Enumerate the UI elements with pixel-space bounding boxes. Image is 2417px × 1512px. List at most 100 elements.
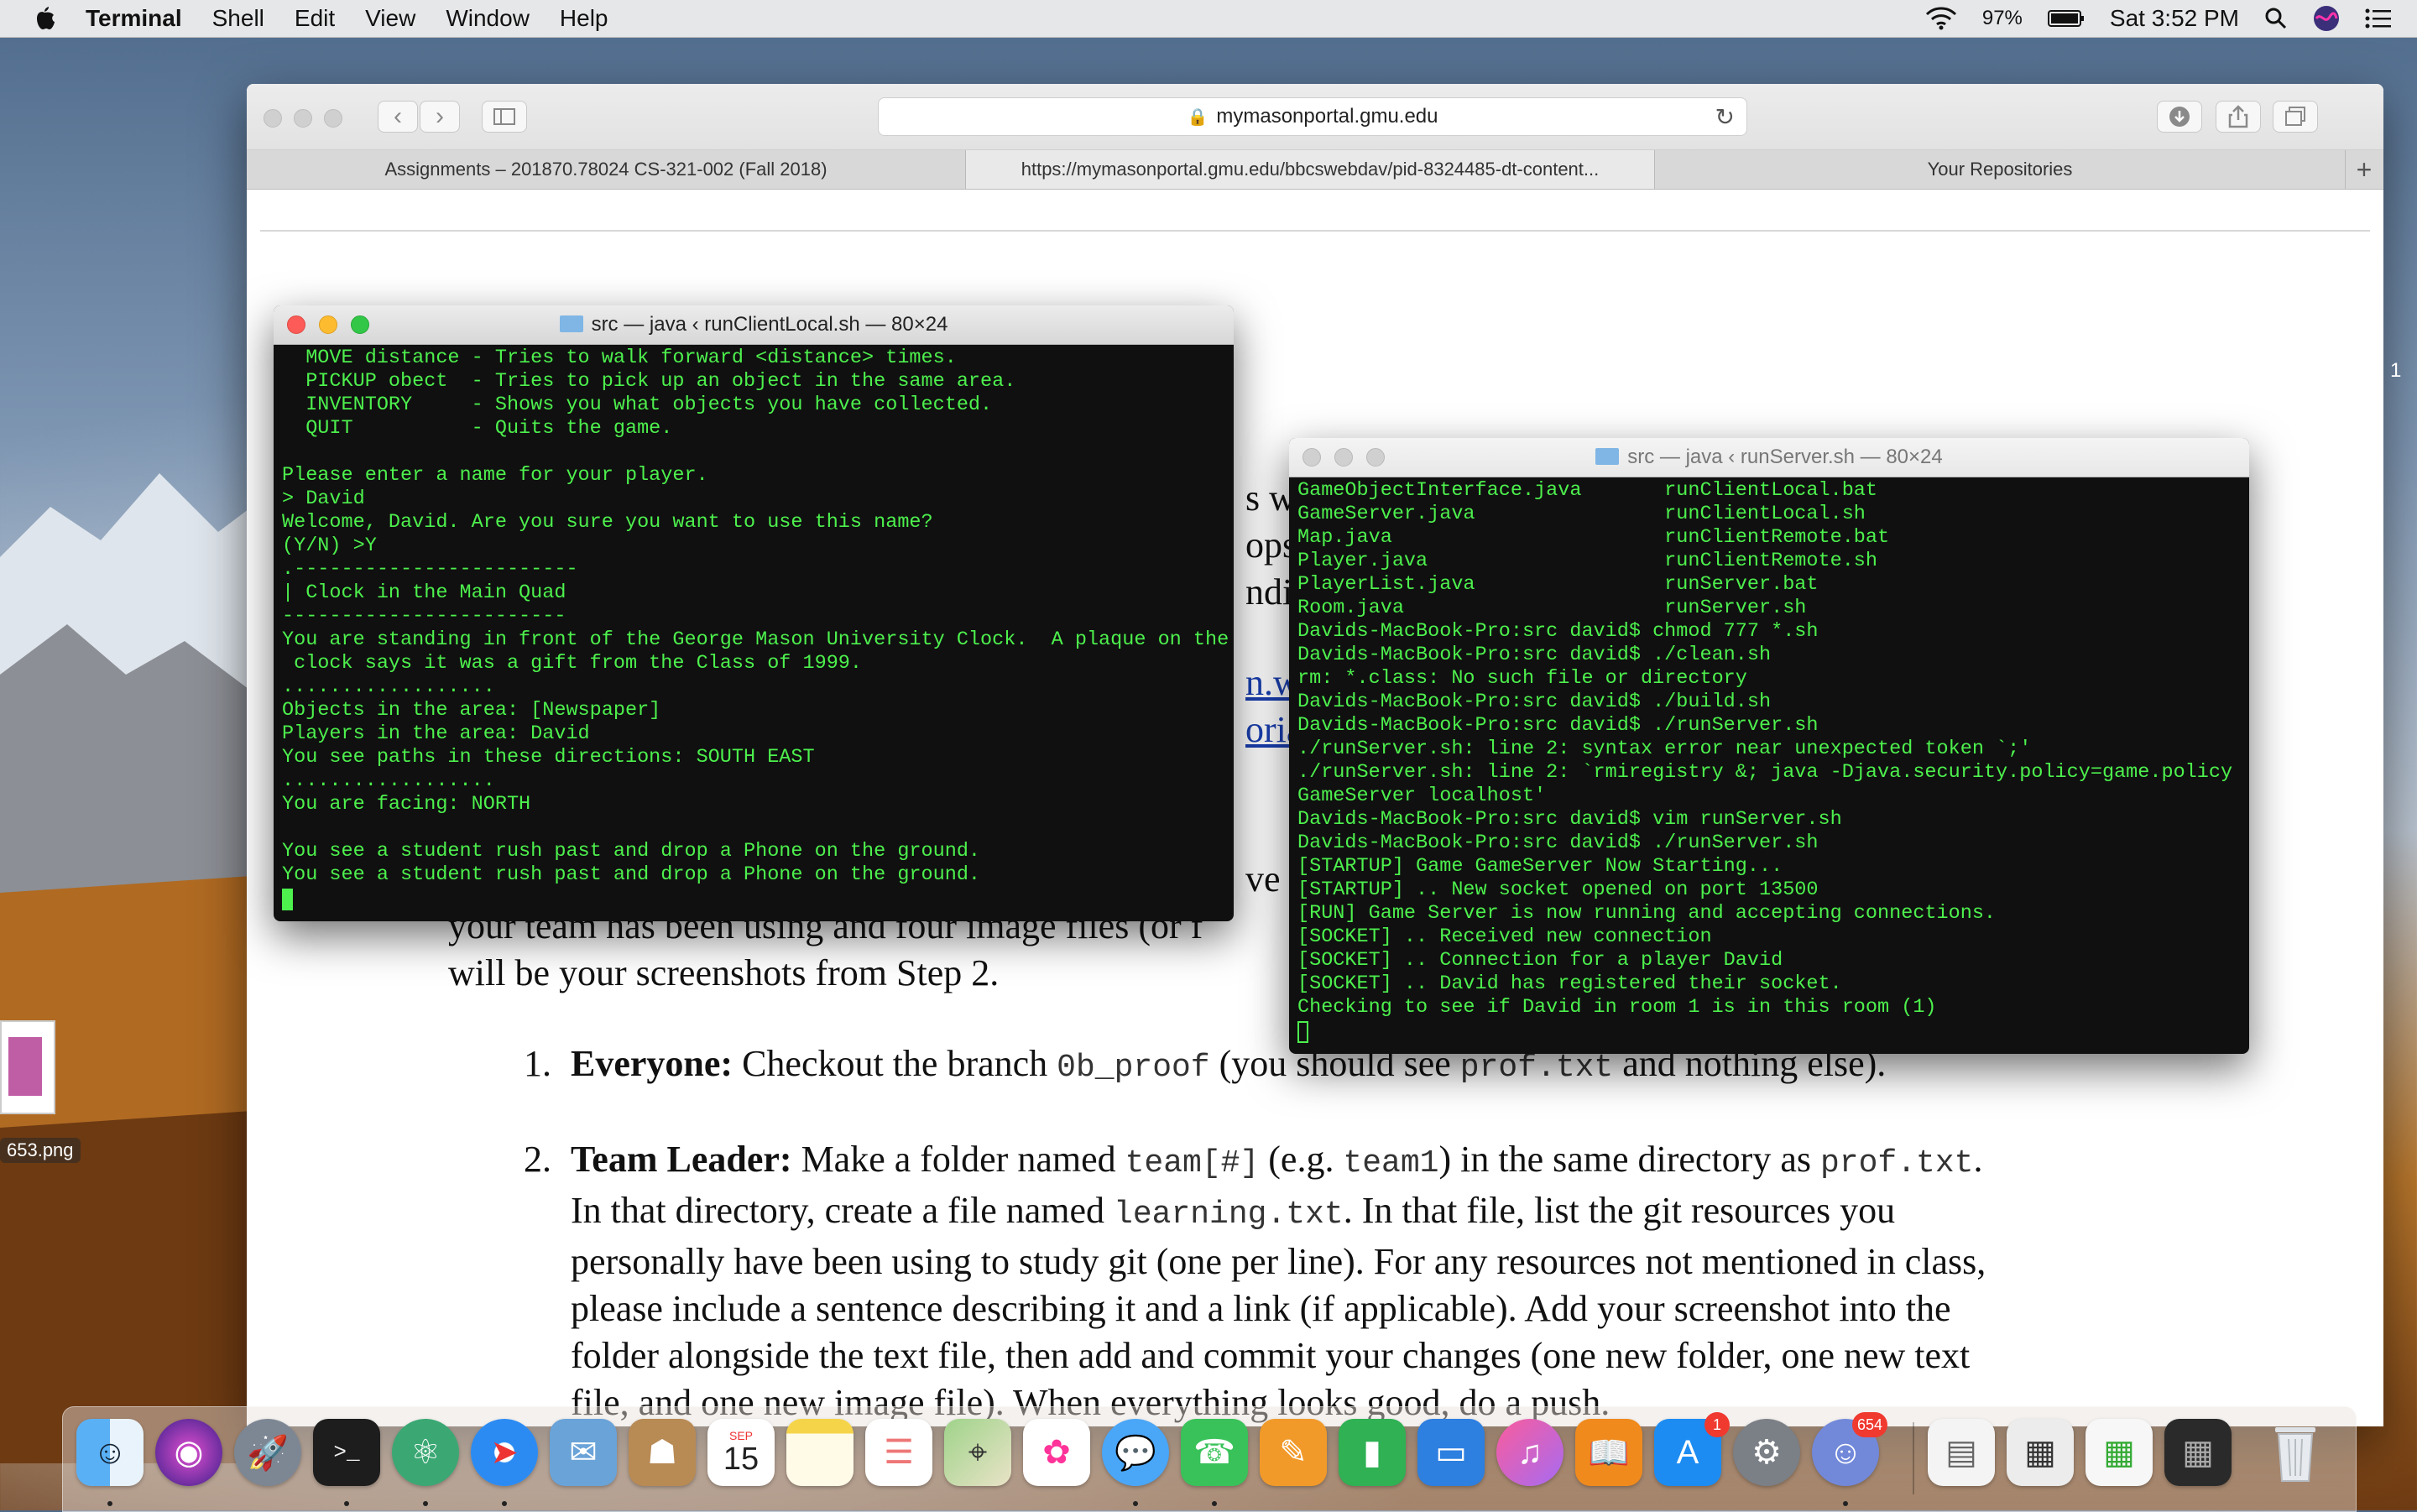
notes-icon[interactable] <box>786 1419 854 1486</box>
terminal-line: Objects in the area: [Newspaper] <box>282 699 661 722</box>
screenshot-stack-2-icon[interactable]: ▦ <box>2086 1419 2153 1486</box>
terminal-line: PICKUP obect - Tries to pick up an objec… <box>282 370 1016 393</box>
terminal-line: You see paths in these directions: SOUTH… <box>282 746 815 769</box>
terminal-window-server[interactable]: src — java ‹ runServer.sh — 80×24 GameOb… <box>1289 438 2249 1054</box>
screenshot-stack-3-icon[interactable]: ▦ <box>2164 1419 2232 1486</box>
zoom-button[interactable] <box>351 315 369 334</box>
forward-button[interactable]: › <box>420 101 460 133</box>
desktop-file-label[interactable]: 653.png <box>0 1138 81 1163</box>
tab-bbcswebdav[interactable]: https://mymasonportal.gmu.edu/bbcswebdav… <box>966 150 1655 189</box>
address-bar[interactable]: 🔒 mymasonportal.gmu.edu ↻ <box>878 97 1747 136</box>
screenshot-stack-1-icon[interactable]: ▦ <box>2007 1419 2074 1486</box>
share-button[interactable] <box>2216 101 2261 133</box>
dock-separator <box>1913 1422 1914 1494</box>
messages-icon[interactable]: 💬 <box>1102 1419 1169 1486</box>
terminal-window-client[interactable]: src — java ‹ runClientLocal.sh — 80×24 M… <box>274 305 1234 921</box>
minimize-button[interactable] <box>294 109 312 128</box>
step-2-number: 2. <box>524 1139 551 1180</box>
contacts-icon[interactable]: ☗ <box>629 1419 696 1486</box>
terminal-line: Map.java runClientRemote.bat <box>1297 526 1890 549</box>
text-cursor <box>1297 1021 1308 1043</box>
atom-icon[interactable]: ⚛ <box>392 1419 459 1486</box>
terminal-titlebar-server[interactable]: src — java ‹ runServer.sh — 80×24 <box>1289 438 2249 477</box>
running-indicator <box>1843 1501 1848 1506</box>
siri-icon[interactable] <box>2313 5 2340 32</box>
terminal-line: .................. <box>282 769 495 792</box>
siri-dock-icon[interactable]: ◉ <box>155 1419 222 1486</box>
reload-icon[interactable]: ↻ <box>1715 103 1735 131</box>
text-cursor <box>282 889 293 910</box>
close-button[interactable] <box>1302 448 1321 467</box>
mail-icon[interactable]: ✉ <box>550 1419 617 1486</box>
document-stack-icon[interactable]: ▤ <box>1928 1419 1995 1486</box>
running-indicator <box>502 1501 507 1506</box>
tab-repositories[interactable]: Your Repositories <box>1655 150 2346 189</box>
discord-icon[interactable]: ☺ 654 <box>1812 1412 1887 1486</box>
calendar-icon[interactable]: SEP 15 <box>707 1419 775 1486</box>
close-button[interactable] <box>287 315 305 334</box>
menu-help[interactable]: Help <box>560 5 608 32</box>
terminal-line: You see a student rush past and drop a P… <box>282 863 981 886</box>
terminal-line: [SOCKET] .. David has registered their s… <box>1297 972 1842 995</box>
ibooks-icon[interactable]: 📖 <box>1575 1419 1642 1486</box>
menu-clock[interactable]: Sat 3:52 PM <box>2110 5 2239 32</box>
trash-icon[interactable] <box>2262 1419 2329 1486</box>
terminal-line: | Clock in the Main Quad <box>282 581 566 604</box>
sidebar-button[interactable] <box>482 101 527 133</box>
menu-window[interactable]: Window <box>446 5 530 32</box>
terminal-prompt-line[interactable] <box>282 887 1225 910</box>
terminal-line: You see a student rush past and drop a P… <box>282 840 981 863</box>
terminal-titlebar-client[interactable]: src — java ‹ runClientLocal.sh — 80×24 <box>274 305 1234 345</box>
system-preferences-icon[interactable]: ⚙ <box>1733 1419 1800 1486</box>
numbers-icon[interactable]: ▮ <box>1339 1419 1406 1486</box>
minimize-button[interactable] <box>1334 448 1353 467</box>
wifi-icon[interactable] <box>1925 7 1957 30</box>
maps-icon[interactable]: ⌖ <box>944 1419 1011 1486</box>
folder-icon <box>559 315 583 332</box>
notification-center-icon[interactable] <box>2365 8 2392 29</box>
zoom-button[interactable] <box>324 109 342 128</box>
terminal-line: [STARTUP] .. New socket opened on port 1… <box>1297 879 1819 901</box>
minimize-button[interactable] <box>319 315 337 334</box>
app-store-icon[interactable]: A 1 <box>1654 1412 1730 1486</box>
downloads-button[interactable] <box>2157 101 2202 133</box>
pages-icon[interactable]: ✎ <box>1260 1419 1327 1486</box>
photos-icon[interactable]: ✿ <box>1023 1419 1090 1486</box>
terminal-prompt-line[interactable] <box>1297 1019 2241 1043</box>
back-button[interactable]: ‹ <box>378 101 418 133</box>
menu-app-name[interactable]: Terminal <box>86 5 182 32</box>
finder-icon[interactable]: ☺ <box>76 1419 144 1486</box>
window-controls <box>264 109 342 128</box>
itunes-icon[interactable]: ♫ <box>1496 1419 1563 1486</box>
doc-fragment-3: ndi <box>1245 571 1293 613</box>
tab-bar: Assignments – 201870.78024 CS-321-002 (F… <box>247 150 2383 190</box>
battery-icon[interactable] <box>2047 9 2085 28</box>
terminal-output-server[interactable]: GameObjectInterface.java runClientLocal.… <box>1289 477 2249 1045</box>
desktop-file-icon[interactable] <box>0 1020 55 1114</box>
keynote-icon[interactable]: ▭ <box>1417 1419 1485 1486</box>
close-button[interactable] <box>264 109 282 128</box>
tab-overview-button[interactable] <box>2273 101 2318 133</box>
menu-edit[interactable]: Edit <box>295 5 335 32</box>
new-tab-button[interactable]: + <box>2345 150 2383 189</box>
safari-icon[interactable]: ➤ <box>471 1419 538 1486</box>
desktop-wallpaper <box>0 473 252 1463</box>
terminal-line: [SOCKET] .. Received new connection <box>1297 925 1712 948</box>
terminal-icon[interactable]: >_ <box>313 1419 380 1486</box>
terminal-output-client[interactable]: MOVE distance - Tries to walk forward <d… <box>274 345 1234 912</box>
spotlight-search-icon[interactable] <box>2264 7 2288 30</box>
terminal-line: Room.java runServer.sh <box>1297 597 1807 619</box>
share-icon <box>2228 105 2248 128</box>
launchpad-icon[interactable]: 🚀 <box>234 1419 301 1486</box>
terminal-line: Davids-MacBook-Pro:src david$ ./runServe… <box>1297 714 1819 737</box>
tab-assignments[interactable]: Assignments – 201870.78024 CS-321-002 (F… <box>247 150 966 189</box>
zoom-button[interactable] <box>1366 448 1385 467</box>
reminders-icon[interactable]: ☰ <box>865 1419 932 1486</box>
doc-line-screenshots: will be your screenshots from Step 2. <box>448 952 1000 993</box>
apple-menu-icon[interactable] <box>34 6 55 31</box>
menu-shell[interactable]: Shell <box>212 5 264 32</box>
trash-can-graphic <box>2275 1427 2315 1482</box>
terminal-line: Davids-MacBook-Pro:src david$ ./runServe… <box>1297 832 1819 854</box>
facetime-icon[interactable]: ☎ <box>1181 1419 1248 1486</box>
menu-view[interactable]: View <box>365 5 415 32</box>
